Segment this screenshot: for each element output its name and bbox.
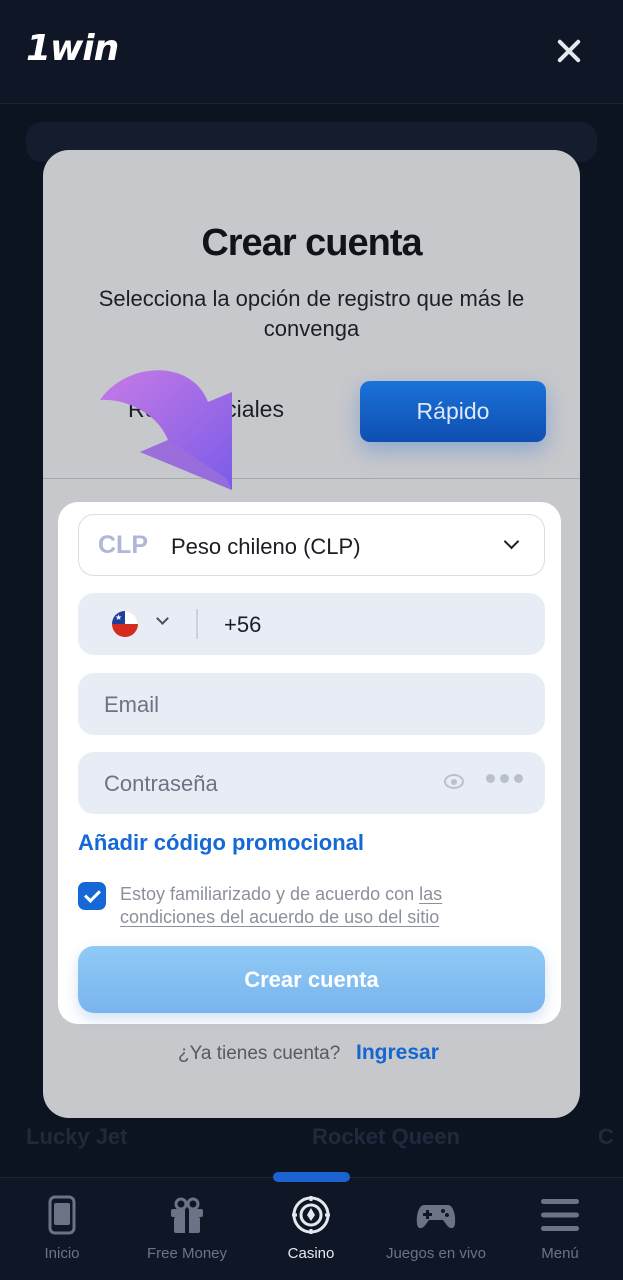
background-game-label: Lucky Jet xyxy=(26,1124,128,1149)
active-tab-indicator xyxy=(273,1172,350,1182)
nav-label: Inicio xyxy=(44,1245,80,1262)
nav-label: Juegos en vivo xyxy=(385,1245,487,1262)
pointer-arrow-icon xyxy=(100,370,232,490)
more-icon[interactable] xyxy=(486,774,523,783)
email-field[interactable]: Email xyxy=(78,673,545,735)
currency-select[interactable]: CLP Peso chileno (CLP) xyxy=(78,514,545,576)
chile-flag-icon[interactable]: ★ xyxy=(112,611,138,637)
nav-label: Free Money xyxy=(146,1245,228,1262)
background-game-label: C xyxy=(598,1124,614,1149)
terms-text: Estoy familiarizado y de acuerdo con las… xyxy=(120,883,540,929)
nav-label: Casino xyxy=(287,1245,335,1262)
chevron-down-icon[interactable] xyxy=(156,612,169,625)
close-icon[interactable] xyxy=(552,34,586,68)
login-question: ¿Ya tienes cuenta? xyxy=(178,1043,341,1064)
top-bar: 1win xyxy=(0,0,623,104)
terms-prefix: Estoy familiarizado y de acuerdo con xyxy=(120,884,420,904)
modal-title: Crear cuenta xyxy=(201,222,422,264)
password-field[interactable]: Contraseña xyxy=(78,752,545,814)
currency-code: CLP xyxy=(98,531,148,559)
phone-prefix[interactable]: +56 xyxy=(224,612,261,638)
phone-icon xyxy=(48,1195,76,1235)
terms-checkbox[interactable] xyxy=(78,882,106,910)
gift-icon xyxy=(171,1197,203,1233)
create-account-button[interactable]: Crear cuenta xyxy=(78,946,545,1013)
chevron-down-icon xyxy=(503,533,520,550)
nav-item-free-money[interactable]: Free Money xyxy=(137,1195,237,1270)
field-separator xyxy=(196,609,198,639)
tab-quick[interactable]: Rápido xyxy=(360,381,546,442)
email-placeholder: Email xyxy=(104,692,160,717)
menu-icon xyxy=(541,1199,579,1231)
add-promo-code-link[interactable]: Añadir código promocional xyxy=(78,830,364,856)
brand-logo[interactable]: 1win xyxy=(26,28,119,69)
nav-label: Menú xyxy=(541,1245,579,1262)
eye-icon[interactable] xyxy=(444,774,464,789)
nav-item-inicio[interactable]: Inicio xyxy=(22,1195,102,1270)
phone-field[interactable]: ★ +56 xyxy=(78,593,545,655)
gamepad-icon xyxy=(416,1205,456,1229)
nav-item-live-games[interactable]: Juegos en vivo xyxy=(378,1195,494,1270)
login-link[interactable]: Ingresar xyxy=(356,1041,439,1065)
password-placeholder: Contraseña xyxy=(104,771,218,796)
modal-subtitle: Selecciona la opción de registro que más… xyxy=(98,286,525,341)
currency-name: Peso chileno (CLP) xyxy=(171,534,361,559)
nav-item-menu[interactable]: Menú xyxy=(520,1195,600,1270)
background-game-label: Rocket Queen xyxy=(312,1124,460,1149)
nav-item-casino[interactable]: Casino xyxy=(271,1195,351,1270)
casino-chip-icon xyxy=(292,1196,330,1234)
